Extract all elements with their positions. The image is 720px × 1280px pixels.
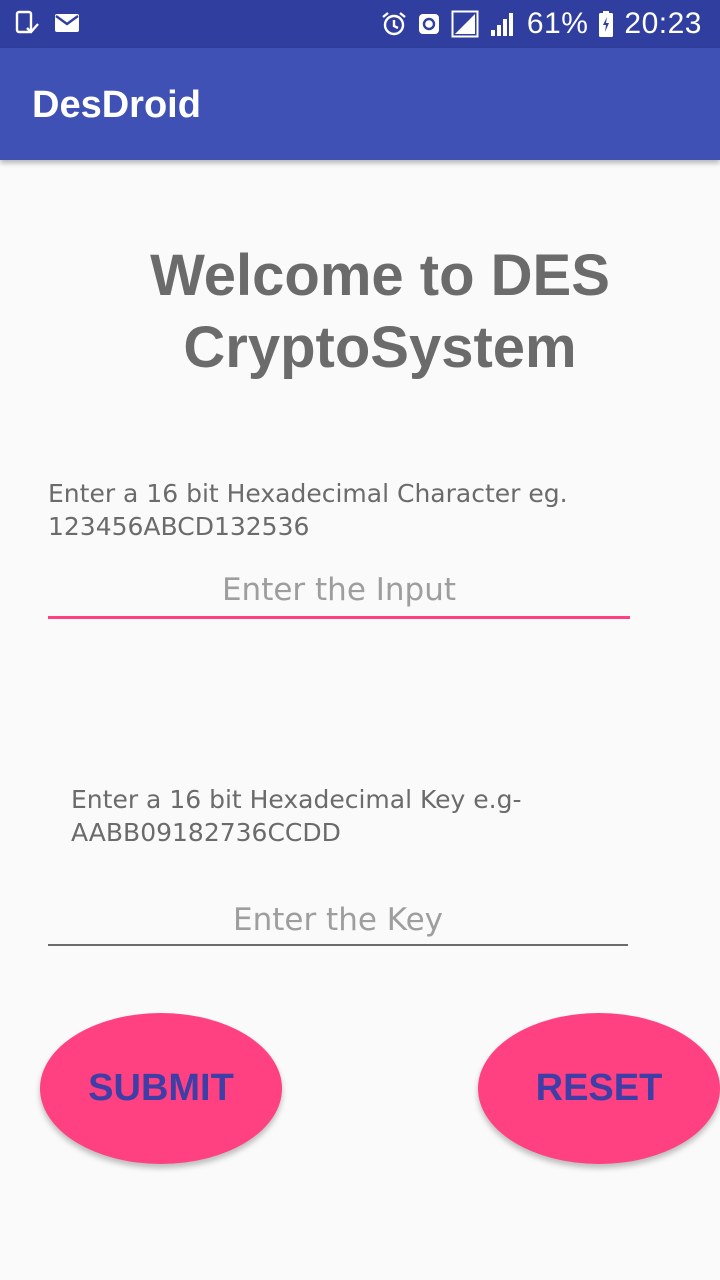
cell-signal-icon [489, 10, 517, 38]
email-icon [54, 10, 80, 36]
screen: 61% 20:23 DesDroid Welcome to DES Crypto… [0, 0, 720, 1280]
app-title: DesDroid [32, 84, 201, 126]
hex-key-field[interactable]: Enter the Key [48, 896, 628, 946]
app-bar: DesDroid [0, 48, 720, 160]
clock: 20:23 [624, 7, 702, 40]
device-check-icon [14, 10, 40, 36]
alarm-icon [381, 10, 407, 38]
status-left-icons [14, 10, 80, 36]
welcome-heading: Welcome to DES CryptoSystem [150, 243, 610, 380]
status-right-area: 61% 20:23 [381, 0, 702, 48]
key-hint-label: Enter a 16 bit Hexadecimal Key e.g- AABB… [71, 785, 522, 843]
input-hint-label: Enter a 16 bit Hexadecimal Character eg.… [48, 479, 568, 541]
hex-input-field[interactable]: Enter the Input [48, 566, 630, 619]
signal-no-sim-icon [451, 10, 479, 38]
battery-charging-icon [598, 10, 614, 38]
data-saver-icon [417, 10, 441, 38]
status-bar: 61% 20:23 [0, 0, 720, 48]
battery-percent: 61% [526, 7, 589, 40]
reset-button[interactable]: RESET [478, 1013, 720, 1164]
input-placeholder: Enter the Input [221, 572, 457, 608]
submit-button[interactable]: SUBMIT [40, 1013, 282, 1164]
key-placeholder: Enter the Key [233, 902, 443, 938]
